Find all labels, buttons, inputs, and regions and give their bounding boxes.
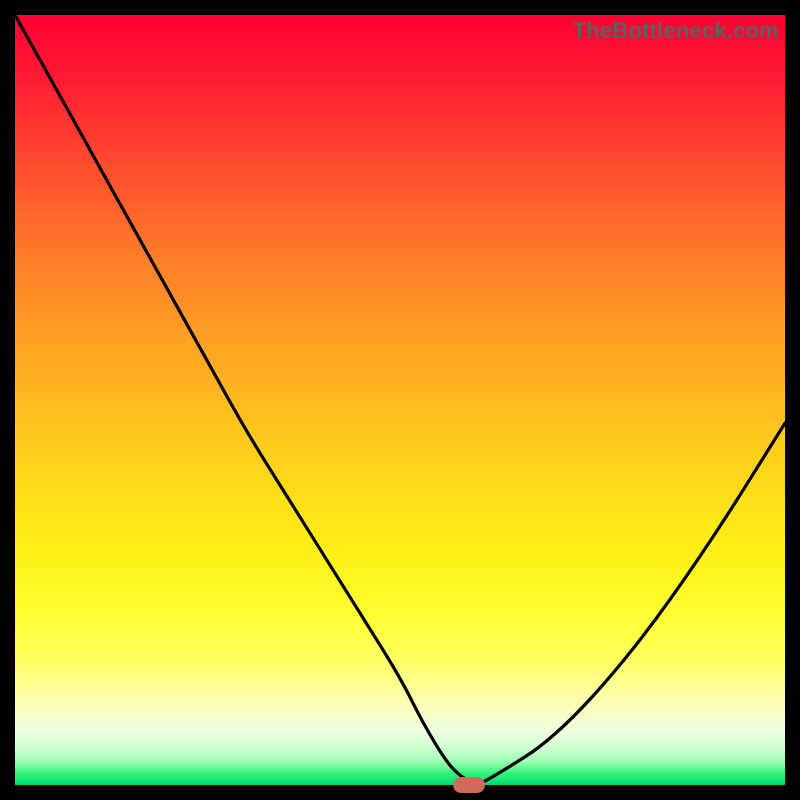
optimal-point-marker (453, 777, 485, 793)
curve-path (15, 15, 785, 783)
chart-plot-area: TheBottleneck.com (15, 15, 785, 785)
chart-frame: TheBottleneck.com (0, 0, 800, 800)
bottleneck-curve (15, 15, 785, 785)
watermark-text: TheBottleneck.com (573, 18, 779, 44)
